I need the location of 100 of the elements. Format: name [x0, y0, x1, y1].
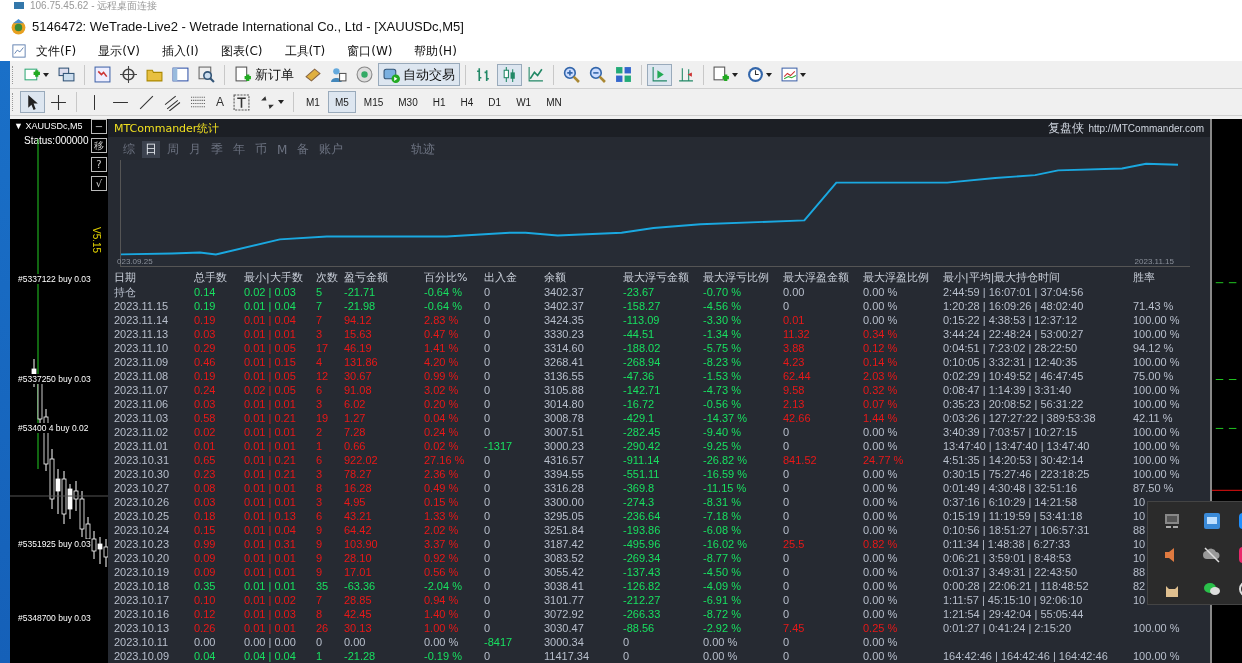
timeframe-button[interactable]: M1 [299, 91, 327, 113]
table-cell: 922.02 [344, 453, 378, 467]
table-cell: -188.02 [623, 341, 661, 355]
table-cell: 0.99 % [424, 369, 459, 383]
tile-windows-icon[interactable] [615, 66, 632, 83]
text-tool[interactable]: A [212, 91, 228, 113]
side-button[interactable]: ? [91, 157, 107, 172]
crosshair-icon[interactable] [50, 93, 67, 111]
windows-icon[interactable] [58, 66, 75, 83]
table-cell: 0:15:19 | 11:19:59 | 53:41:18 [943, 509, 1083, 523]
menu-item[interactable]: 插入(I) [161, 42, 199, 60]
menu-item[interactable]: 显示(V) [98, 42, 140, 60]
menu-item[interactable]: 工具(T) [284, 42, 326, 60]
table-cell: 4 [316, 355, 323, 369]
side-button[interactable]: 移 [91, 138, 107, 153]
table-cell: 88 [1133, 565, 1146, 579]
table-cell: 0.10 [194, 593, 216, 607]
table-cell: 0:35:23 | 20:08:52 | 56:31:22 [943, 397, 1084, 411]
line-chart-icon[interactable] [527, 66, 544, 83]
new-order-button[interactable]: 新订单 [230, 63, 299, 86]
signal-icon[interactable] [356, 66, 373, 83]
template-icon[interactable] [781, 66, 798, 83]
table-cell: 0.99 [194, 537, 216, 551]
tab[interactable]: 日 [142, 141, 160, 159]
crosshair-icon[interactable] [120, 66, 137, 83]
column-header: 最小|平均|最大持仓时间 [943, 271, 1061, 285]
table-cell: 0 [783, 509, 790, 523]
table-cell: 0:06:21 | 3:59:01 | 8:48:53 [943, 551, 1072, 565]
table-cell: 4:51:35 | 14:20:53 | 30:42:14 [943, 453, 1084, 467]
table-cell: 0.01 | 0.15 [244, 355, 296, 369]
table-cell: 0.00 [344, 635, 366, 649]
channel-icon[interactable] [164, 93, 181, 111]
clock-icon[interactable] [747, 66, 764, 83]
timeframe-button[interactable]: M5 [327, 91, 356, 113]
table-cell: 2023.10.26 [114, 495, 170, 509]
table-cell: -0.64 % [424, 285, 462, 299]
text-label-icon[interactable] [233, 93, 250, 111]
menu-item[interactable]: 帮助(H) [414, 42, 457, 60]
app-window-icon[interactable] [1202, 511, 1222, 531]
panel-icon[interactable] [172, 66, 189, 83]
table-cell: 6.02 [344, 397, 366, 411]
side-button[interactable]: √ [91, 176, 107, 191]
caret-icon[interactable] [800, 72, 806, 77]
table-cell: 0.02 [194, 425, 216, 439]
table-cell: -911.14 [623, 453, 660, 467]
table-cell: 3008.78 [544, 411, 584, 425]
timeframe-button[interactable]: H1 [425, 91, 453, 113]
timeframe-button[interactable]: H4 [453, 91, 481, 113]
zoom-out-icon[interactable] [589, 66, 606, 83]
timeframe-button[interactable]: MN [539, 91, 569, 113]
table-cell: 3187.42 [544, 537, 584, 551]
candlestick-icon[interactable] [501, 66, 518, 83]
add-indicator-icon[interactable] [713, 66, 730, 83]
collapse-marker[interactable]: ▼ [14, 121, 23, 131]
caret-icon[interactable] [766, 72, 772, 77]
caret-icon[interactable] [732, 72, 738, 77]
table-cell: 7 [316, 313, 323, 327]
table-cell: 3 [316, 397, 323, 411]
monitor-icon[interactable] [1162, 511, 1182, 531]
trend-line-icon[interactable] [138, 93, 155, 111]
chart-shift-icon[interactable] [677, 66, 694, 83]
table-cell: 0 [484, 607, 491, 621]
table-cell: 82 [1133, 579, 1146, 593]
menu-item[interactable]: 文件(F) [36, 42, 77, 60]
table-cell: 17 [316, 341, 329, 355]
table-cell: -429.1 [623, 411, 655, 425]
side-button[interactable]: − [91, 119, 107, 134]
caret-icon[interactable] [43, 72, 49, 77]
table-cell: 0.00 % [863, 481, 898, 495]
book-icon[interactable] [304, 66, 321, 83]
table-cell: -6.08 % [703, 523, 741, 537]
table-cell: 100.00 % [1133, 621, 1180, 635]
chart-symbol-title: XAUUSDc,M5 [25, 121, 83, 131]
zoom-in-icon[interactable] [563, 66, 580, 83]
table-cell: 0.01 | 0.21 [244, 411, 296, 425]
table-cell: 2023.10.16 [114, 607, 170, 621]
timeframe-button[interactable]: M15 [356, 91, 391, 113]
table-cell: 0 [484, 523, 491, 537]
table-cell: 3038.41 [544, 579, 584, 593]
auto-trading-button[interactable]: 自动交易 [378, 63, 460, 86]
menu-item[interactable]: 图表(C) [220, 42, 263, 60]
timeframe-button[interactable]: D1 [481, 91, 509, 113]
table-cell: 6 [316, 509, 323, 523]
chart-window-icon[interactable] [94, 66, 111, 83]
timeframe-button[interactable]: M30 [391, 91, 425, 113]
bar-chart-icon[interactable] [475, 66, 492, 83]
order-label: #53400 4 buy 0.02 [18, 423, 89, 433]
table-cell: 100.00 % [1133, 649, 1180, 663]
table-cell: -9.25 % [703, 439, 741, 453]
magnifier-icon[interactable] [198, 66, 215, 83]
website-link[interactable]: http://MTCommander.com [1088, 122, 1204, 134]
timeframe-button[interactable]: W1 [509, 91, 539, 113]
people-icon[interactable] [330, 66, 347, 83]
table-cell: 0.35 [194, 579, 216, 593]
table-cell: 3295.05 [544, 509, 584, 523]
table-cell: -1.53 % [703, 369, 741, 383]
cloud-off-icon[interactable] [1202, 545, 1222, 565]
menu-item[interactable]: 窗口(W) [347, 42, 393, 60]
table-cell: 0.01 | 0.01 [244, 565, 296, 579]
caret-icon[interactable] [278, 100, 284, 104]
